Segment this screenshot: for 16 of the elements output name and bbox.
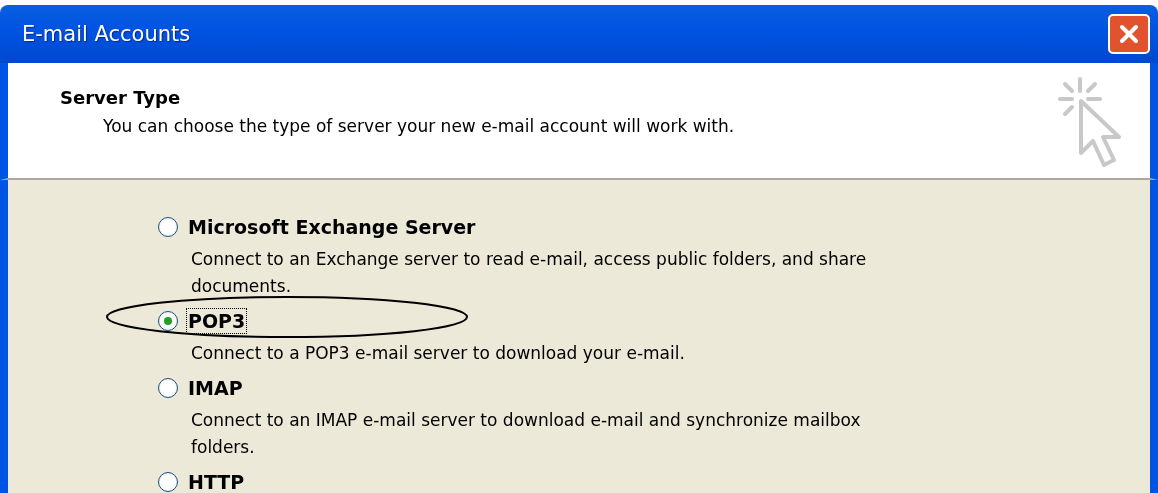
- header-subtitle: You can choose the type of server your new e-mail account will work with.: [103, 116, 735, 136]
- close-icon: [1117, 22, 1141, 46]
- header-title: Server Type: [60, 87, 182, 108]
- option-label[interactable]: Microsoft Exchange Server: [186, 214, 478, 240]
- radio-button[interactable]: [158, 311, 178, 331]
- option-description: Connect to an IMAP e-mail server to download e-mail and synchronize mailbox folders.: [191, 409, 862, 459]
- option-description: Connect to a POP3 e-mail server to download your e-mail.: [191, 342, 686, 365]
- close-button[interactable]: [1108, 14, 1150, 54]
- option-label[interactable]: HTTP: [186, 469, 247, 493]
- radio-button[interactable]: [158, 472, 178, 492]
- radio-button[interactable]: [158, 217, 178, 237]
- option-label[interactable]: POP3: [186, 308, 248, 334]
- option-label[interactable]: IMAP: [186, 375, 245, 401]
- window-title: E-mail Accounts: [22, 22, 191, 46]
- option-description: Connect to an Exchange server to read e-mail, access public folders, and share documents.: [191, 248, 868, 298]
- radio-button[interactable]: [158, 378, 178, 398]
